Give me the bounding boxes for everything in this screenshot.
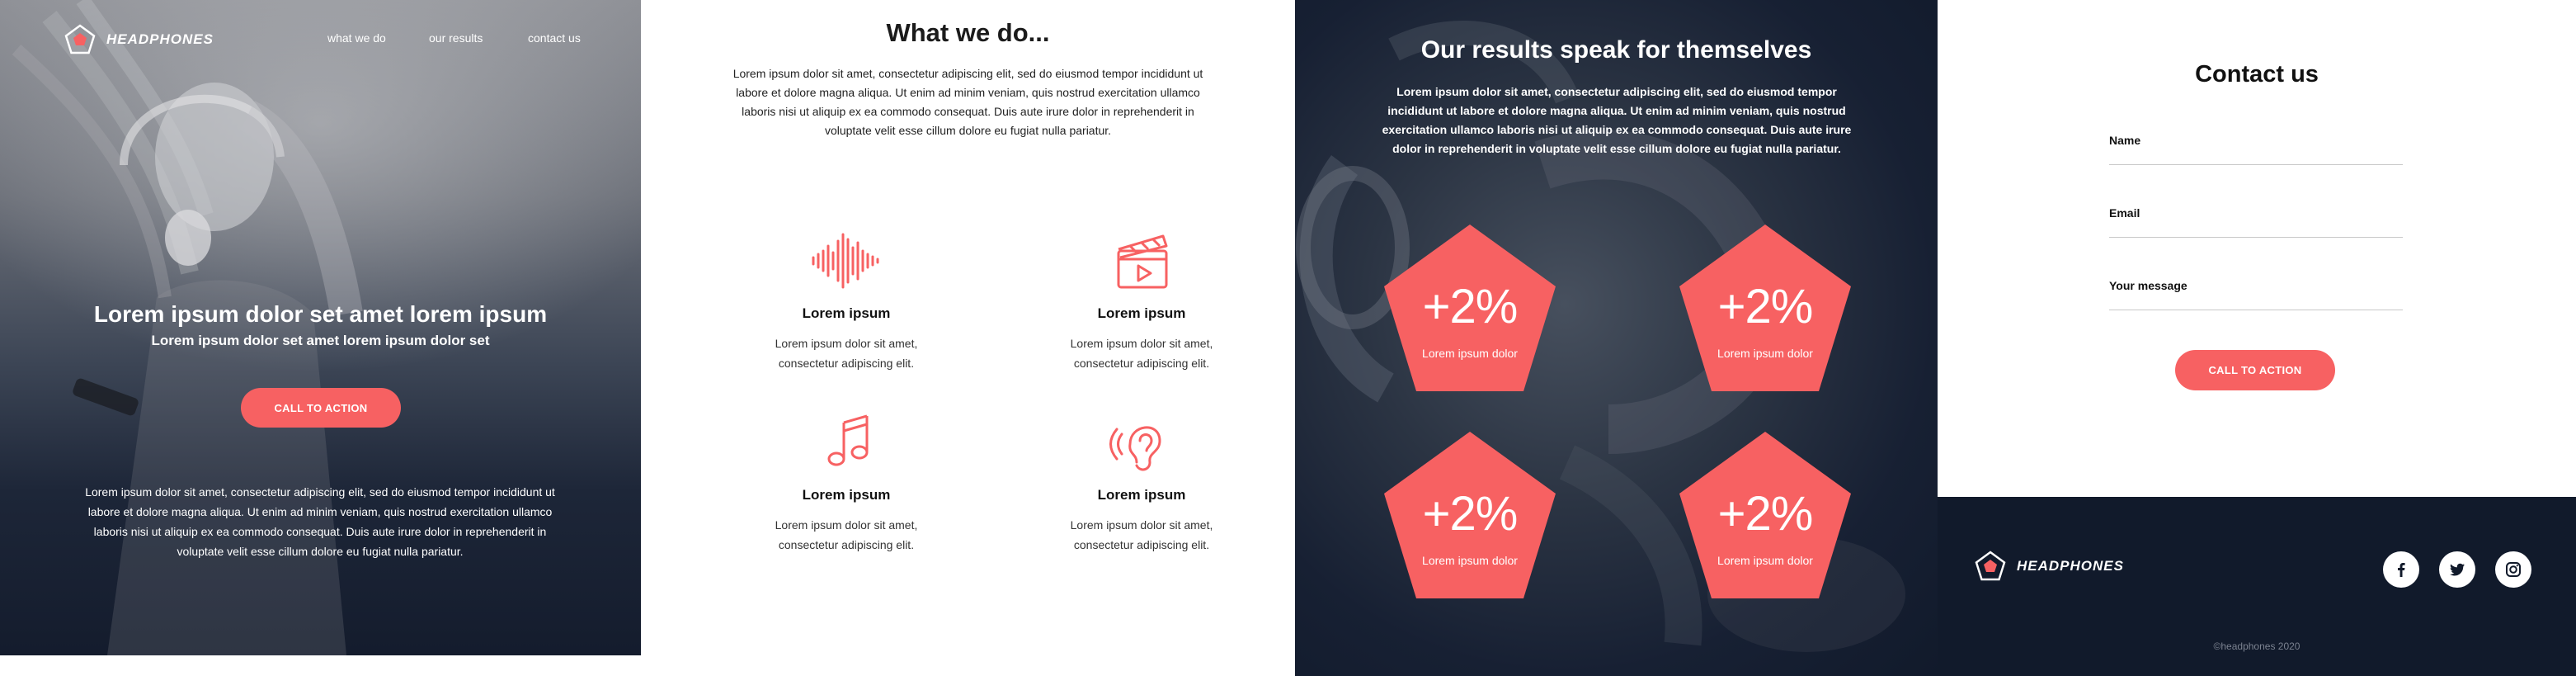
name-input[interactable] xyxy=(2109,152,2403,165)
results-section: Our results speak for themselves Lorem i… xyxy=(1295,0,1938,676)
stat-value: +2% xyxy=(1717,280,1814,333)
copyright-text: ©headphones 2020 xyxy=(2213,641,2301,652)
clapperboard-icon xyxy=(1117,234,1168,289)
email-field: Email xyxy=(2109,206,2403,238)
stat-badge: +2% Lorem ipsum dolor xyxy=(1381,428,1559,602)
music-note-icon xyxy=(827,414,869,466)
instagram-icon xyxy=(2506,562,2521,577)
stat-label: Lorem ipsum dolor xyxy=(1422,347,1518,360)
service-text: Lorem ipsum dolor sit amet, consectetur … xyxy=(775,337,918,370)
stat-label: Lorem ipsum dolor xyxy=(1717,554,1813,567)
stat-label: Lorem ipsum dolor xyxy=(1422,554,1518,567)
service-title: Lorem ipsum xyxy=(802,487,891,503)
stat-badge: +2% Lorem ipsum dolor xyxy=(1381,221,1559,395)
service-card: Lorem ipsum Lorem ipsum dolor sit amet, … xyxy=(1047,409,1236,555)
ear-sound-icon xyxy=(1109,426,1161,471)
hero-body-text: Lorem ipsum dolor sit amet, consectetur … xyxy=(85,485,555,558)
results-title: Our results speak for themselves xyxy=(1420,36,1812,64)
hero-section: HEADPHONES what we do our results contac… xyxy=(0,0,641,655)
twitter-icon xyxy=(2450,563,2465,576)
instagram-link[interactable] xyxy=(2495,551,2531,588)
service-title: Lorem ipsum xyxy=(802,305,891,321)
nav-link-what-we-do[interactable]: what we do xyxy=(327,31,386,45)
message-input[interactable] xyxy=(2109,297,2403,310)
service-card: Lorem ipsum Lorem ipsum dolor sit amet, … xyxy=(751,409,941,555)
stat-value: +2% xyxy=(1422,280,1519,333)
brand-name: HEADPHONES xyxy=(106,31,214,47)
pentagon-logo-icon xyxy=(1975,551,2006,581)
footer: HEADPHONES ©headphones 2020 xyxy=(1938,497,2576,676)
stat-label: Lorem ipsum dolor xyxy=(1717,347,1813,360)
contact-section: Contact us Name Email Your message CALL … xyxy=(1938,0,2576,497)
name-label: Name xyxy=(2109,134,2141,147)
facebook-link[interactable] xyxy=(2383,551,2419,588)
service-text: Lorem ipsum dolor sit amet, consectetur … xyxy=(1070,337,1213,370)
service-card: Lorem ipsum Lorem ipsum dolor sit amet, … xyxy=(1047,228,1236,373)
brand-name: HEADPHONES xyxy=(2017,558,2124,574)
sound-wave-icon xyxy=(812,233,879,289)
email-label: Email xyxy=(2109,206,2140,220)
name-field: Name xyxy=(2109,134,2403,165)
services-intro: Lorem ipsum dolor sit amet, consectetur … xyxy=(732,67,1203,137)
results-intro: Lorem ipsum dolor sit amet, consectetur … xyxy=(1382,85,1852,155)
services-title: What we do... xyxy=(886,18,1050,47)
nav-link-our-results[interactable]: our results xyxy=(429,31,483,45)
pentagon-logo-icon xyxy=(64,24,96,54)
service-card: Lorem ipsum Lorem ipsum dolor sit amet, … xyxy=(751,228,941,373)
top-nav: HEADPHONES what we do our results contac… xyxy=(0,23,641,56)
service-text: Lorem ipsum dolor sit amet, consectetur … xyxy=(1070,518,1213,551)
service-text: Lorem ipsum dolor sit amet, consectetur … xyxy=(775,518,918,551)
services-section: What we do... Lorem ipsum dolor sit amet… xyxy=(641,0,1295,676)
twitter-link[interactable] xyxy=(2439,551,2475,588)
footer-logo[interactable]: HEADPHONES xyxy=(1974,550,2124,583)
service-title: Lorem ipsum xyxy=(1097,487,1186,503)
hero-subtitle: Lorem ipsum dolor set amet lorem ipsum d… xyxy=(151,333,490,348)
nav-link-contact-us[interactable]: contact us xyxy=(528,31,581,45)
facebook-icon xyxy=(2398,563,2405,577)
stat-badge: +2% Lorem ipsum dolor xyxy=(1676,428,1854,602)
contact-title: Contact us xyxy=(2195,61,2319,87)
stat-badge: +2% Lorem ipsum dolor xyxy=(1676,221,1854,395)
hero-title: Lorem ipsum dolor set amet lorem ipsum xyxy=(93,301,548,327)
stat-value: +2% xyxy=(1422,487,1519,541)
stat-value: +2% xyxy=(1717,487,1814,541)
service-title: Lorem ipsum xyxy=(1097,305,1186,321)
email-input[interactable] xyxy=(2109,225,2403,238)
contact-submit-button[interactable]: CALL TO ACTION xyxy=(2175,350,2335,390)
hero-cta-button[interactable]: CALL TO ACTION xyxy=(241,388,401,428)
message-label: Your message xyxy=(2109,279,2187,292)
message-field: Your message xyxy=(2109,279,2403,310)
header-logo[interactable]: HEADPHONES xyxy=(64,23,214,56)
